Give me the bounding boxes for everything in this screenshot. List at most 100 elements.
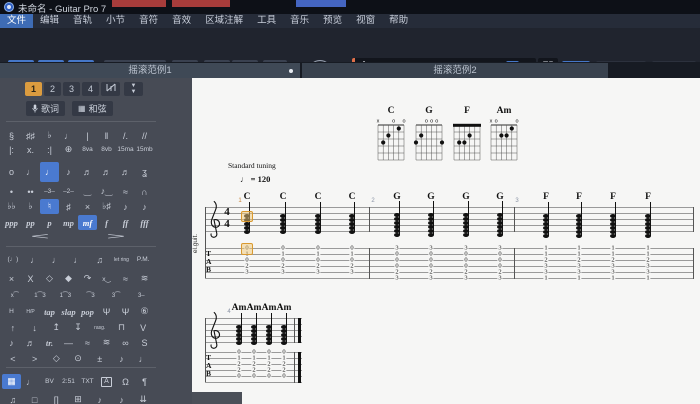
lyrics-button[interactable]: 歌词 (26, 101, 65, 116)
tab-note[interactable]: 1 (543, 275, 548, 282)
palette-item[interactable]: ♬ (21, 335, 40, 350)
palette-item[interactable]: ♪ (111, 351, 133, 366)
palette-item[interactable]: ≈ (116, 184, 135, 199)
palette-item[interactable]: 1⁀3 (27, 288, 52, 303)
palette-item[interactable]: ♩ (21, 162, 40, 182)
palette-item[interactable]: –2– (59, 184, 78, 199)
palette-item[interactable]: × (78, 199, 97, 214)
palette-item[interactable]: ⑥ (135, 304, 154, 319)
tab-note[interactable]: 1 (645, 275, 650, 282)
menu-item-0[interactable]: 文件 (0, 14, 33, 28)
palette-item[interactable]: ∩ (135, 184, 154, 199)
palette-item[interactable]: mf (78, 215, 97, 230)
palette-item[interactable]: ♮ (40, 199, 59, 214)
palette-item[interactable]: ± (89, 351, 111, 366)
palette-item[interactable]: ♭ (40, 128, 59, 143)
tab-note[interactable]: 0 (251, 373, 256, 380)
document-tab-1[interactable]: 摇滚范例2 (302, 63, 608, 78)
palette-item[interactable]: ⁀3 (78, 288, 103, 303)
palette-item[interactable]: 3– (129, 288, 154, 303)
palette-item[interactable]: ≈ (116, 271, 135, 286)
palette-item[interactable]: ppp (2, 215, 21, 230)
menu-item-11[interactable]: 帮助 (382, 14, 415, 28)
palette-item[interactable]: A (97, 374, 116, 389)
palette-item[interactable]: ∞ (116, 335, 135, 350)
palette-item[interactable]: ‿ (78, 184, 97, 199)
palette-item[interactable]: f (97, 215, 116, 230)
palette-item[interactable]: ♪ (89, 392, 111, 404)
palette-item[interactable]: § (2, 128, 21, 143)
voice-button-3[interactable]: 3 (63, 82, 80, 96)
tab-note[interactable]: 0 (236, 373, 241, 380)
palette-item[interactable]: ‖ (97, 128, 116, 143)
palette-item[interactable]: ↷ (78, 271, 97, 286)
palette-item[interactable]: x. (21, 142, 40, 157)
tab-note[interactable]: 3 (280, 269, 285, 276)
palette-item[interactable]: BV (40, 374, 59, 389)
palette-item[interactable]: ♪‿ (97, 184, 116, 199)
menu-item-8[interactable]: 音乐 (283, 14, 316, 28)
menu-item-1[interactable]: 编辑 (33, 14, 66, 28)
palette-item[interactable]: ♬ (97, 162, 116, 182)
menu-item-9[interactable]: 预览 (316, 14, 349, 28)
palette-item[interactable]: –3– (40, 184, 59, 199)
palette-item[interactable]: ♩ (59, 128, 78, 143)
voice-button-2[interactable]: 2 (44, 82, 61, 96)
palette-item[interactable]: tap (40, 304, 59, 319)
palette-item[interactable]: TXT (78, 374, 97, 389)
palette-item[interactable]: p (40, 215, 59, 230)
palette-item[interactable]: ♩ (132, 351, 154, 366)
palette-item[interactable]: ◇ (45, 351, 67, 366)
palette-item[interactable]: Ψ (116, 304, 135, 319)
palette-item[interactable]: Ψ (97, 304, 116, 319)
tab-note[interactable]: 3 (315, 269, 320, 276)
tab-note[interactable]: 1 (610, 275, 615, 282)
menu-item-3[interactable]: 小节 (99, 14, 132, 28)
palette-item[interactable]: ♬ (78, 162, 97, 182)
menu-item-10[interactable]: 视窗 (349, 14, 382, 28)
palette-item[interactable]: x⁀ (2, 288, 27, 303)
chords-button[interactable]: ▦ 和弦 (72, 101, 113, 116)
document-tab-0[interactable]: 摇滚范例1 (0, 63, 300, 78)
palette-item[interactable]: // (135, 128, 154, 143)
palette-item[interactable]: ♩ (67, 252, 89, 267)
palette-item[interactable]: ◆ (59, 271, 78, 286)
menu-item-6[interactable]: 区域注解 (198, 14, 250, 28)
palette-item[interactable]: ♪ (59, 162, 78, 182)
palette-item[interactable]: X (21, 271, 40, 286)
palette-item[interactable]: ♪ (2, 335, 21, 350)
tab-note[interactable]: 3 (463, 275, 468, 282)
palette-item[interactable]: 8va (78, 142, 97, 157)
tab-note[interactable]: 3 (244, 269, 249, 276)
palette-item[interactable]: ⊙ (67, 351, 89, 366)
palette-item[interactable]: × (2, 271, 21, 286)
palette-item[interactable]: [] (45, 392, 67, 404)
palette-item[interactable]: ⇊ (132, 392, 154, 404)
palette-item[interactable]: ff (116, 215, 135, 230)
palette-item[interactable]: V (132, 320, 154, 335)
palette-item[interactable]: rasg. (89, 320, 111, 335)
palette-item[interactable]: ♩ (24, 252, 46, 267)
palette-item[interactable]: H (2, 304, 21, 319)
palette-item[interactable]: (♩) (2, 252, 24, 267)
palette-item[interactable]: ♪ (116, 199, 135, 214)
palette-item[interactable]: ♬ (116, 162, 135, 182)
palette-item[interactable]: ⊞ (67, 392, 89, 404)
voice-button-4[interactable]: 4 (82, 82, 99, 96)
palette-item[interactable]: ♭♭ (2, 199, 21, 214)
tab-note[interactable]: 3 (428, 275, 433, 282)
score-page[interactable]: CxooGoooFAmxooStandard tuning♩ = 12044el… (192, 78, 700, 404)
collapse-palette-button[interactable]: ▼▼ (124, 82, 143, 96)
palette-item[interactable]: ʓ (135, 162, 154, 182)
palette-item[interactable]: /. (116, 128, 135, 143)
palette-item[interactable]: ♪ (135, 199, 154, 214)
palette-item[interactable]: ≋ (135, 271, 154, 286)
palette-item[interactable]: o (2, 162, 21, 182)
tab-note[interactable]: 0 (266, 373, 271, 380)
palette-item[interactable]: 15ma (116, 142, 135, 157)
palette-item[interactable]: pop (78, 304, 97, 319)
palette-item[interactable]: S (135, 335, 154, 350)
tab-note[interactable]: 0 (281, 373, 286, 380)
menu-item-5[interactable]: 音效 (165, 14, 198, 28)
palette-item[interactable]: let ring (111, 252, 133, 267)
